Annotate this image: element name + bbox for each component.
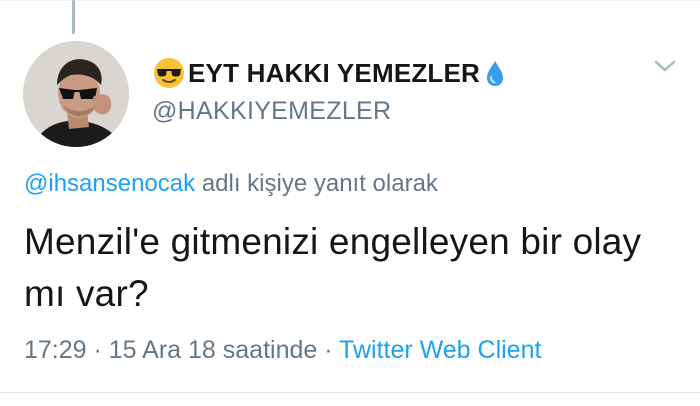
droplet-icon — [484, 59, 506, 87]
tweet-text: Menzil'e gitmenizi engelleyen bir olay m… — [24, 221, 642, 314]
thread-connector-line — [72, 0, 75, 34]
author-handle[interactable]: @HAKKIYEMEZLER — [152, 97, 391, 126]
tweet-meta: 17:29 · 15 Ara 18 saatinde · Twitter Web… — [24, 336, 541, 365]
author-name-text: EYT HAKKI YEMEZLER — [188, 57, 481, 88]
tweet-client-link[interactable]: Twitter Web Client — [339, 336, 541, 364]
tweet-timestamp[interactable]: 17:29 · 15 Ara 18 saatinde · — [24, 336, 333, 364]
reply-context: @ihsansenocak adlı kişiye yanıt olarak — [24, 170, 438, 198]
avatar[interactable] — [23, 41, 129, 147]
reply-mention-link[interactable]: @ihsansenocak — [24, 170, 195, 197]
reply-context-suffix: adlı kişiye yanıt olarak — [201, 170, 438, 197]
bottom-divider — [0, 392, 700, 393]
author-display-name[interactable]: EYT HAKKI YEMEZLER — [152, 56, 506, 90]
chevron-down-icon[interactable] — [653, 58, 677, 74]
top-divider — [0, 0, 700, 1]
sunglasses-face-icon — [152, 56, 186, 90]
